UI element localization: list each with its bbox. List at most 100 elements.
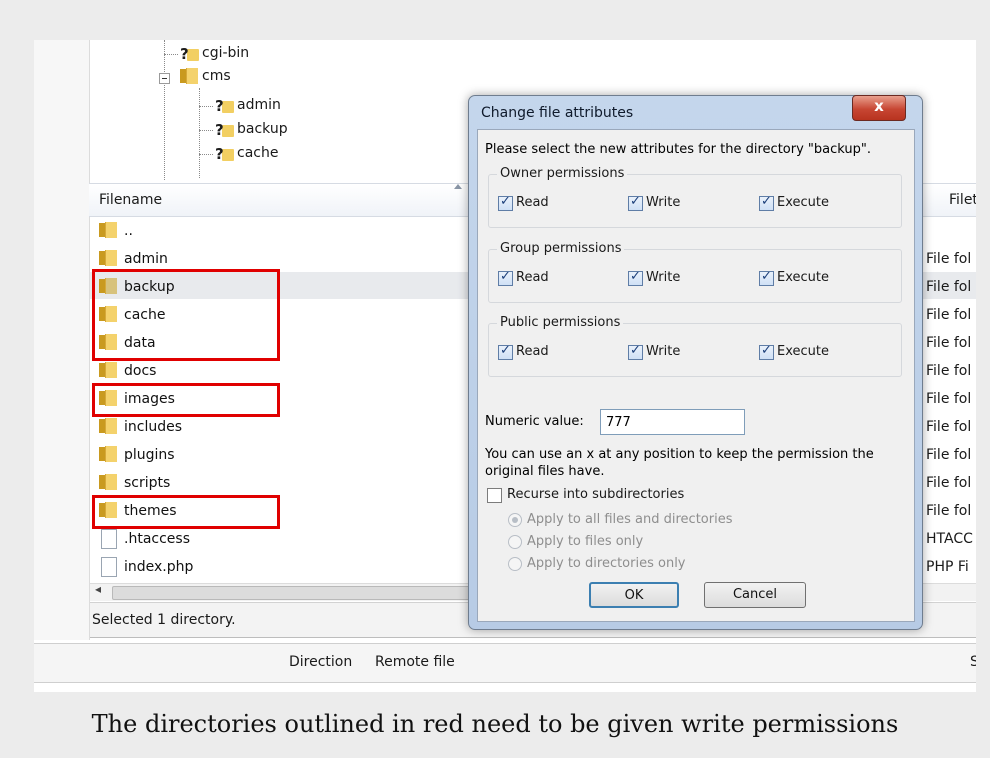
annotation-box-themes xyxy=(92,495,280,529)
checkbox-label: Write xyxy=(646,344,681,359)
unknown-folder-icon: ? xyxy=(215,146,234,162)
list-item[interactable]: index.php xyxy=(124,559,193,575)
public-permissions-group: Public permissions Read Write Execute xyxy=(488,315,902,377)
change-attributes-dialog: Change file attributes x Please select t… xyxy=(468,95,923,630)
recurse-label: Recurse into subdirectories xyxy=(507,487,685,502)
recurse-checkbox[interactable] xyxy=(487,488,502,503)
unknown-folder-icon: ? xyxy=(215,122,234,138)
folder-icon xyxy=(99,362,117,378)
apply-files-radio[interactable] xyxy=(508,535,522,549)
folder-icon xyxy=(180,68,198,84)
dialog-body: Please select the new attributes for the… xyxy=(477,129,915,622)
collapse-icon[interactable] xyxy=(159,73,170,84)
checkbox-label: Write xyxy=(646,195,681,210)
annotation-box-backup-cache-data xyxy=(92,269,280,361)
folder-icon xyxy=(99,222,117,238)
tree-item-cms[interactable]: cms xyxy=(202,68,231,84)
folder-icon xyxy=(99,418,117,434)
group-permissions-group: Group permissions Read Write Execute xyxy=(488,241,902,303)
checkbox-label: Execute xyxy=(777,270,829,285)
unknown-folder-icon: ? xyxy=(180,46,199,62)
filetype-cell: File fol xyxy=(926,307,972,323)
owner-write-checkbox[interactable] xyxy=(628,194,643,211)
owner-read-checkbox[interactable] xyxy=(498,194,513,211)
public-write-checkbox[interactable] xyxy=(628,343,643,360)
scroll-left-icon[interactable]: ◂ xyxy=(95,582,101,596)
public-read-checkbox[interactable] xyxy=(498,343,513,360)
ok-button[interactable]: OK xyxy=(589,582,679,608)
tree-item-cgi-bin[interactable]: cgi-bin xyxy=(202,45,249,61)
group-title: Public permissions xyxy=(497,315,624,330)
folder-icon xyxy=(99,446,117,462)
column-remote-file[interactable]: Remote file xyxy=(375,654,455,670)
filetype-cell: File fol xyxy=(926,391,972,407)
scrollbar-thumb[interactable] xyxy=(112,586,514,600)
dialog-title: Change file attributes xyxy=(481,105,634,121)
list-item[interactable]: .htaccess xyxy=(124,531,190,547)
owner-permissions-group: Owner permissions Read Write Execute xyxy=(488,166,902,228)
filetype-cell: File fol xyxy=(926,475,972,491)
hint-text-line-2: original files have. xyxy=(485,464,605,479)
filetype-cell: File fol xyxy=(926,503,972,519)
list-item[interactable]: .. xyxy=(124,223,133,239)
list-item[interactable]: scripts xyxy=(124,475,170,491)
group-execute-checkbox[interactable] xyxy=(759,269,774,286)
dialog-prompt: Please select the new attributes for the… xyxy=(485,142,871,157)
close-button[interactable]: x xyxy=(852,95,906,121)
filetype-cell: File fol xyxy=(926,363,972,379)
folder-icon xyxy=(99,250,117,266)
transfer-queue-header: Direction Remote file S xyxy=(34,643,976,683)
figure-caption: The directories outlined in red need to … xyxy=(91,710,899,738)
unknown-folder-icon: ? xyxy=(215,98,234,114)
public-execute-checkbox[interactable] xyxy=(759,343,774,360)
group-read-checkbox[interactable] xyxy=(498,269,513,286)
apply-directories-radio[interactable] xyxy=(508,557,522,571)
filetype-cell: File fol xyxy=(926,335,972,351)
column-filetype[interactable]: Filetyp xyxy=(949,192,976,208)
apply-all-radio[interactable] xyxy=(508,513,522,527)
group-title: Group permissions xyxy=(497,241,625,256)
numeric-value-input[interactable]: 777 xyxy=(600,409,745,435)
file-icon xyxy=(101,529,117,549)
tree-left-gutter xyxy=(34,40,90,180)
radio-label: Apply to files only xyxy=(527,534,644,549)
filetype-cell: File fol xyxy=(926,279,972,295)
filetype-cell: PHP Fi xyxy=(926,559,969,575)
radio-label: Apply to all files and directories xyxy=(527,512,733,527)
filetype-cell: File fol xyxy=(926,419,972,435)
checkbox-label: Read xyxy=(516,195,549,210)
column-filename[interactable]: Filename xyxy=(99,192,162,208)
tree-item-backup[interactable]: backup xyxy=(237,121,288,137)
filetype-cell: HTACC xyxy=(926,531,973,547)
status-text: Selected 1 directory. xyxy=(92,612,236,628)
checkbox-label: Execute xyxy=(777,195,829,210)
ftp-client-window: ? cgi-bin cms ? admin ? backup ? cache F… xyxy=(34,40,976,692)
sort-ascending-icon xyxy=(454,184,462,189)
tree-item-cache[interactable]: cache xyxy=(237,145,278,161)
list-item[interactable]: admin xyxy=(124,251,168,267)
checkbox-label: Read xyxy=(516,270,549,285)
list-item[interactable]: docs xyxy=(124,363,156,379)
checkbox-label: Write xyxy=(646,270,681,285)
numeric-value-label: Numeric value: xyxy=(485,414,584,429)
list-item[interactable]: plugins xyxy=(124,447,175,463)
radio-label: Apply to directories only xyxy=(527,556,686,571)
checkbox-label: Read xyxy=(516,344,549,359)
hint-text-line-1: You can use an x at any position to keep… xyxy=(485,447,874,462)
owner-execute-checkbox[interactable] xyxy=(759,194,774,211)
cancel-button[interactable]: Cancel xyxy=(704,582,806,608)
group-write-checkbox[interactable] xyxy=(628,269,643,286)
list-left-gutter xyxy=(34,180,90,640)
annotation-box-images xyxy=(92,383,280,417)
group-title: Owner permissions xyxy=(497,166,628,181)
filetype-cell: File fol xyxy=(926,447,972,463)
filetype-cell: File fol xyxy=(926,251,972,267)
file-icon xyxy=(101,557,117,577)
folder-icon xyxy=(99,474,117,490)
close-icon: x xyxy=(874,97,884,115)
checkbox-label: Execute xyxy=(777,344,829,359)
list-item[interactable]: includes xyxy=(124,419,182,435)
tree-item-admin[interactable]: admin xyxy=(237,97,281,113)
column-direction[interactable]: Direction xyxy=(289,654,352,670)
column-size[interactable]: S xyxy=(970,654,976,670)
